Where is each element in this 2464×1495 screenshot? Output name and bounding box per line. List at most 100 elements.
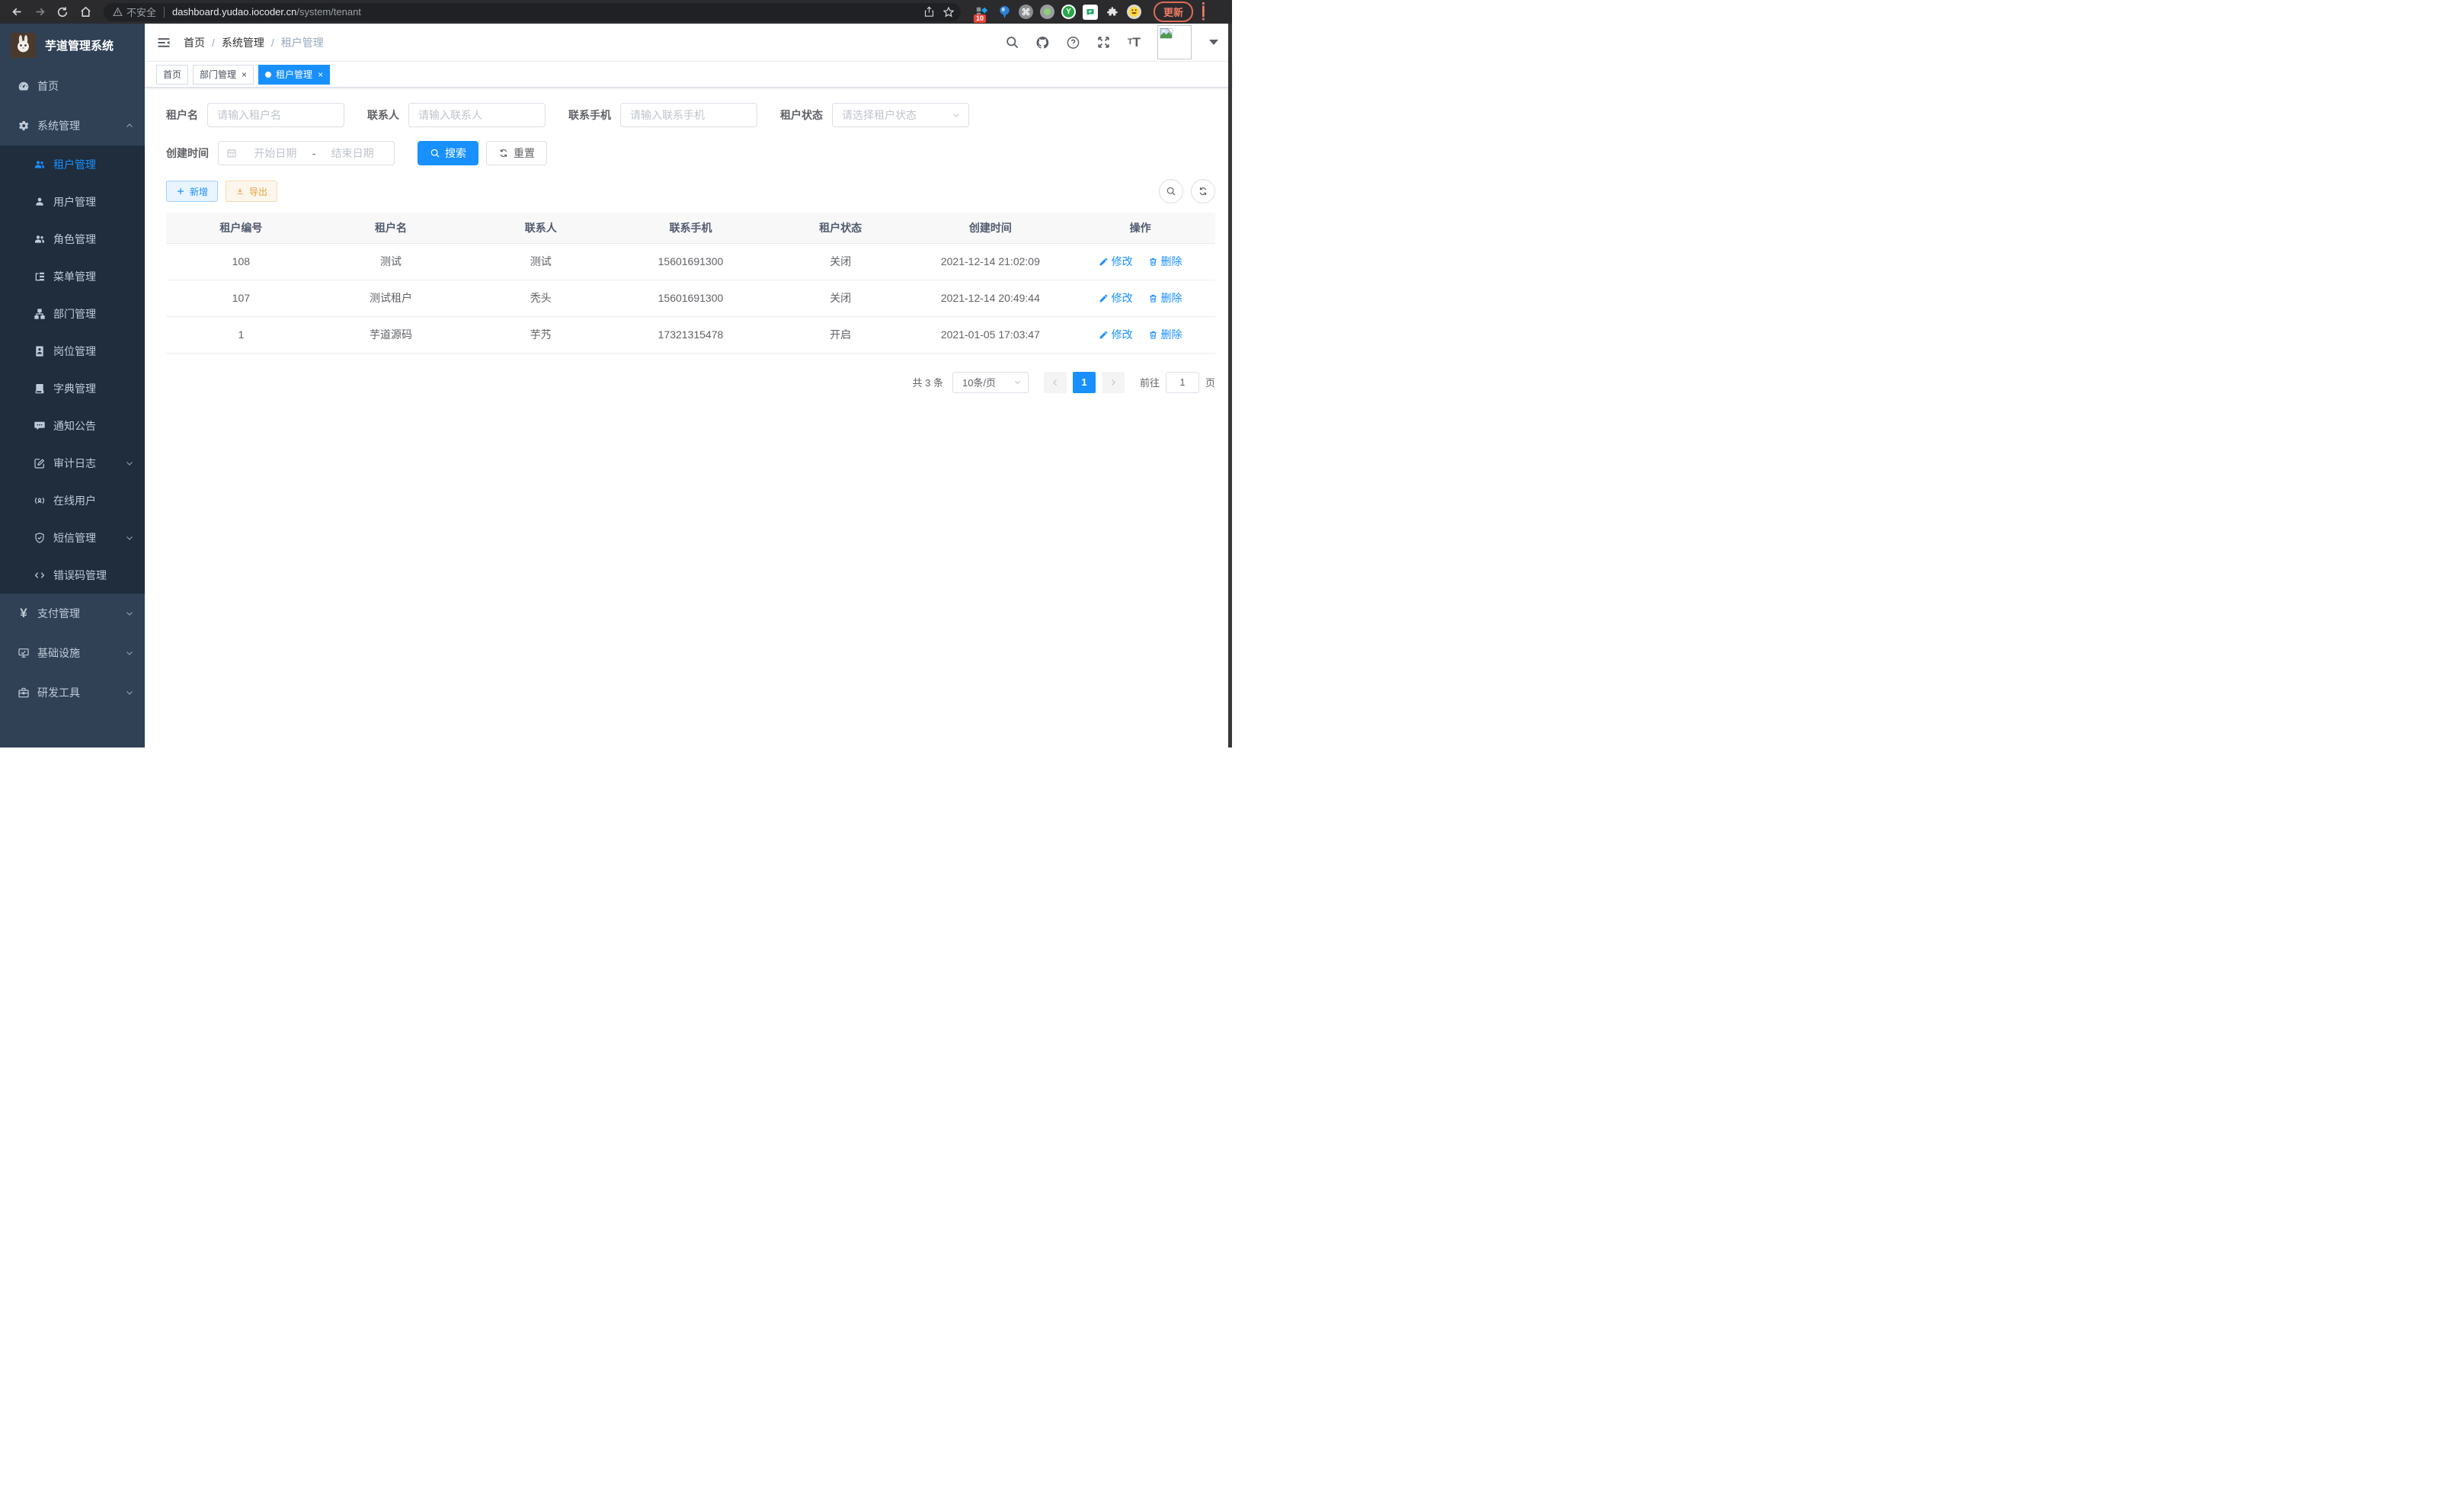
add-button[interactable]: 新增 [166, 181, 218, 202]
roles-icon [34, 233, 46, 245]
github-icon[interactable] [1035, 35, 1050, 50]
breadcrumb-separator: / [271, 37, 274, 49]
address-bar[interactable]: 不安全 dashboard.yudao.iocoder.cn/system/te… [104, 3, 961, 21]
edit-link[interactable]: 修改 [1099, 254, 1133, 269]
delete-link[interactable]: 删除 [1148, 327, 1182, 342]
sidebar-item-role[interactable]: 角色管理 [0, 220, 145, 258]
page-size-select[interactable]: 10条/页 [952, 372, 1029, 393]
search-button[interactable]: 搜索 [418, 141, 478, 165]
sidebar-item-errcode[interactable]: 错误码管理 [0, 556, 145, 594]
cell-status: 关闭 [766, 280, 916, 316]
browser-update-button[interactable]: 更新 [1154, 2, 1193, 22]
browser-home-button[interactable] [76, 3, 94, 21]
extension-icon-1[interactable]: 10 [974, 5, 990, 20]
app-logo-row[interactable]: 芋道管理系统 [0, 24, 145, 66]
contact-input[interactable] [408, 103, 546, 127]
users-icon [34, 158, 46, 171]
sidebar-item-infra[interactable]: 基础设施 [0, 633, 145, 673]
delete-link[interactable]: 删除 [1148, 254, 1182, 269]
edit-link[interactable]: 修改 [1099, 290, 1133, 306]
sidebar-item-tenant[interactable]: 租户管理 [0, 146, 145, 183]
close-icon[interactable]: × [318, 69, 323, 80]
sidebar-item-notice[interactable]: 通知公告 [0, 407, 145, 444]
cell-mobile: 15601691300 [616, 280, 766, 316]
edit-label: 修改 [1112, 254, 1133, 269]
trash-icon [1148, 257, 1158, 267]
cell-mobile: 15601691300 [616, 243, 766, 280]
sidebar-item-menu[interactable]: 菜单管理 [0, 258, 145, 295]
goto-page-input[interactable] [1166, 372, 1199, 393]
cell-tenant-name: 芋道源码 [316, 316, 466, 353]
tab-tenant[interactable]: 租户管理 × [258, 65, 330, 85]
fullscreen-icon[interactable] [1096, 35, 1111, 50]
refresh-table-button[interactable] [1191, 179, 1215, 203]
sidebar-item-label: 首页 [37, 78, 59, 94]
cell-tenant-id: 107 [166, 280, 316, 316]
next-page-button[interactable] [1102, 372, 1125, 393]
search-icon [430, 148, 440, 158]
delete-link[interactable]: 删除 [1148, 290, 1182, 306]
extension-icon-5[interactable]: Y [1061, 5, 1076, 19]
breadcrumb-system[interactable]: 系统管理 [222, 35, 264, 50]
sidebar-item-online[interactable]: 在线用户 [0, 482, 145, 519]
browser-forward-button[interactable] [30, 3, 49, 21]
tab-home[interactable]: 首页 [156, 65, 188, 85]
sidebar-item-user[interactable]: 用户管理 [0, 183, 145, 220]
avatar-caret-icon[interactable] [1209, 40, 1218, 45]
sidebar-item-pay[interactable]: ¥ 支付管理 [0, 594, 145, 633]
prev-page-button[interactable] [1044, 372, 1067, 393]
cell-tenant-id: 1 [166, 316, 316, 353]
breadcrumb-separator: / [212, 37, 215, 49]
extension-icon-6[interactable] [1083, 5, 1098, 20]
sidebar-item-home[interactable]: 首页 [0, 66, 145, 106]
edit-link[interactable]: 修改 [1099, 327, 1133, 342]
font-size-icon[interactable]: TT [1127, 35, 1141, 50]
browser-menu-icon[interactable]: ⋮⋮⋮ [1198, 5, 1208, 19]
mobile-input[interactable] [620, 103, 757, 127]
download-icon [235, 187, 245, 196]
table-row: 1 芋道源码 芋艿 17321315478 开启 2021-01-05 17:0… [166, 316, 1215, 353]
tab-dept[interactable]: 部门管理 × [193, 65, 254, 85]
close-icon[interactable]: × [242, 69, 247, 80]
delete-label: 删除 [1161, 290, 1182, 306]
browser-back-button[interactable] [8, 3, 26, 21]
col-tenant-id: 租户编号 [166, 213, 316, 243]
extension-emoji-icon[interactable] [1127, 5, 1141, 19]
sidebar-item-label: 系统管理 [37, 118, 80, 133]
sidebar-item-sms[interactable]: 短信管理 [0, 519, 145, 556]
sidebar-collapse-icon[interactable] [156, 35, 171, 50]
tenant-name-input[interactable] [207, 103, 344, 127]
tab-label: 租户管理 [276, 68, 312, 81]
breadcrumb-home[interactable]: 首页 [184, 35, 205, 50]
sidebar-item-label: 岗位管理 [53, 344, 96, 359]
reset-button[interactable]: 重置 [486, 141, 547, 165]
not-secure-indicator[interactable]: 不安全 [113, 5, 156, 19]
bookmark-star-icon[interactable] [939, 3, 958, 21]
share-icon[interactable] [920, 3, 938, 21]
help-icon[interactable] [1066, 35, 1080, 50]
col-contact: 联系人 [466, 213, 616, 243]
status-select[interactable]: 请选择租户状态 [832, 103, 969, 127]
create-time-range-picker[interactable]: 开始日期 - 结束日期 [218, 141, 395, 165]
sidebar-item-system[interactable]: 系统管理 [0, 106, 145, 146]
tenant-name-label: 租户名 [166, 107, 207, 123]
sidebar-item-audit[interactable]: 审计日志 [0, 444, 145, 482]
col-action: 操作 [1065, 213, 1215, 243]
tab-label: 部门管理 [200, 68, 236, 81]
page-number-button[interactable]: 1 [1073, 372, 1096, 393]
sidebar-item-tool[interactable]: 研发工具 [0, 673, 145, 712]
export-button[interactable]: 导出 [226, 181, 277, 202]
extension-icon-2[interactable] [997, 5, 1012, 20]
avatar[interactable] [1157, 25, 1192, 59]
sidebar-item-dept[interactable]: 部门管理 [0, 295, 145, 332]
sidebar-item-post[interactable]: 岗位管理 [0, 332, 145, 370]
sidebar-item-dict[interactable]: 字典管理 [0, 370, 145, 407]
extension-icon-3[interactable] [1019, 5, 1033, 19]
chevron-down-icon [125, 533, 134, 543]
browser-reload-button[interactable] [53, 3, 72, 21]
end-date-placeholder: 结束日期 [318, 146, 386, 161]
extension-puzzle-icon[interactable] [1105, 5, 1120, 20]
extension-icon-4[interactable] [1040, 5, 1054, 19]
header-search-icon[interactable] [1005, 35, 1019, 50]
toggle-search-button[interactable] [1159, 179, 1183, 203]
